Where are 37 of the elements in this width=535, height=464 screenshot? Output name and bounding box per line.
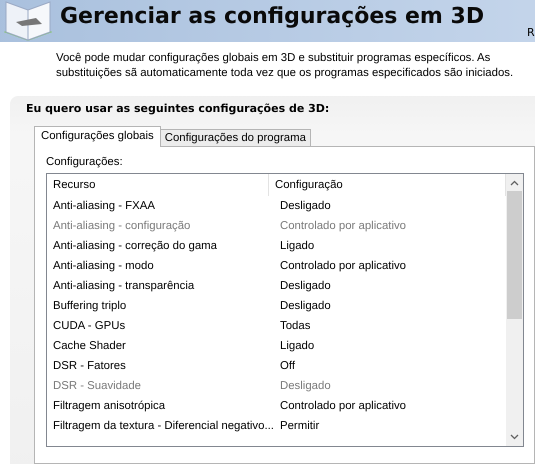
setting-cell-text: Controlado por aplicativo: [280, 220, 408, 232]
setting-cell-text: Off: [280, 360, 296, 372]
scroll-down-icon[interactable]: [510, 434, 519, 440]
column-header[interactable]: Recurso: [47, 174, 269, 196]
feature-cell-text: DSR - Fatores: [53, 360, 127, 372]
scroll-up-icon[interactable]: [510, 180, 519, 186]
setting-cell-text: Desligado: [280, 380, 332, 392]
setting-cell-text: Desligado: [280, 200, 332, 212]
setting-cell-text: Todas: [280, 320, 312, 332]
tab[interactable]: Configurações globais: [34, 126, 161, 147]
setting-cell-text: Ligado: [280, 240, 316, 252]
feature-cell-text: Anti-aliasing - transparência: [53, 280, 196, 292]
feature-cell-text: Anti-aliasing - FXAA: [53, 200, 156, 212]
tab[interactable]: Configurações do programa: [160, 129, 311, 147]
setting-cell-text: Desligado: [280, 300, 332, 312]
setting-cell-text: Desligado: [280, 280, 332, 292]
feature-cell-text: CUDA - GPUs: [53, 320, 126, 332]
section-title: Eu quero usar as seguintes configurações de 3D:: [26, 102, 330, 115]
page-title: Gerenciar as configurações em 3D: [60, 4, 484, 29]
scroll-thumb[interactable]: [507, 191, 522, 319]
feature-cell-text: DSR - Suavidade: [53, 380, 142, 392]
header-text: R: [527, 26, 535, 39]
feature-cell-text: Anti-aliasing - configuração: [53, 220, 192, 232]
feature-cell-text: Buffering triplo: [53, 300, 128, 312]
feature-cell-text: Filtragem da textura - Diferencial negativo...: [53, 420, 275, 432]
scrollbar[interactable]: [506, 174, 523, 446]
feature-cell-text: Cache Shader: [53, 340, 127, 352]
setting-cell-text: Permitir: [280, 420, 320, 432]
feature-cell-text: Filtragem anisotrópica: [53, 400, 166, 412]
setting-cell-text: Controlado por aplicativo: [280, 400, 408, 412]
feature-cell-text: Anti-aliasing - modo: [53, 260, 155, 272]
cube-icon: [2, 0, 52, 42]
list-label: Configurações:: [46, 156, 124, 168]
description-text: Você pode mudar configurações globais em 3D e substituir programas específicos. As substituições sã automaticamente toda vez que os programas especificados são iniciados.: [56, 51, 514, 81]
setting-cell-text: Ligado: [280, 340, 316, 352]
setting-cell-text: Controlado por aplicativo: [280, 260, 408, 272]
feature-cell-text: Anti-aliasing - correção do gama: [53, 240, 218, 252]
